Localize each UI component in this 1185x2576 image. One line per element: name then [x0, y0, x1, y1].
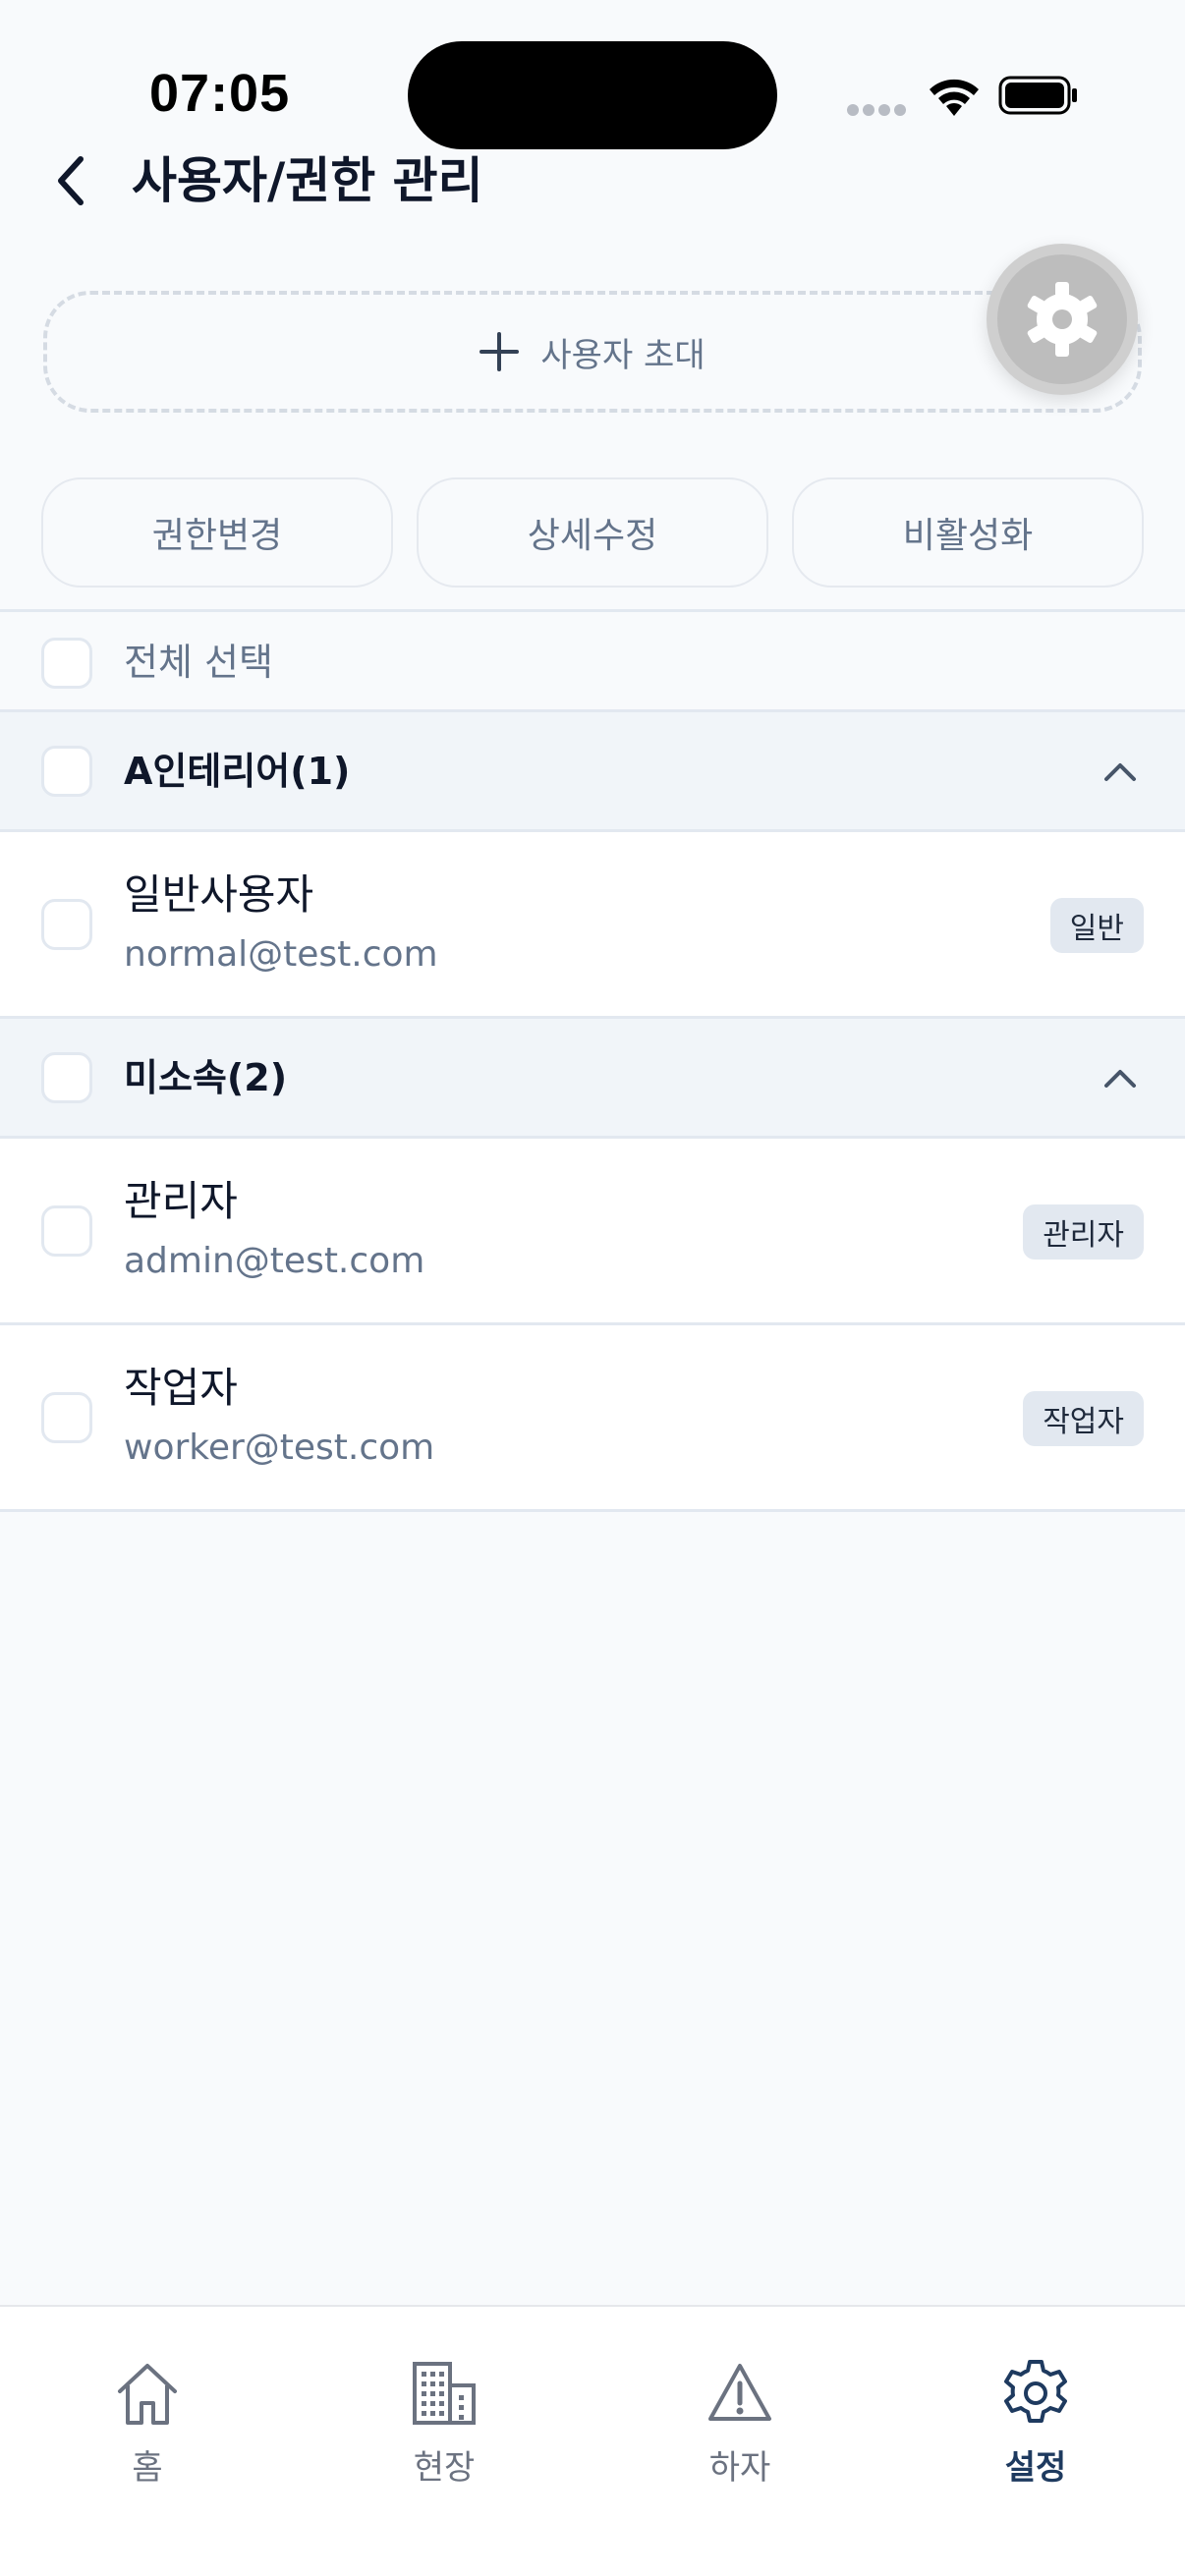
nav-home-label: 홈: [132, 2448, 163, 2488]
building-icon: [413, 2362, 476, 2425]
deactivate-button[interactable]: 비활성화: [792, 477, 1144, 588]
select-all-checkbox[interactable]: [41, 638, 92, 689]
group-header[interactable]: A인테리어(1): [0, 712, 1185, 832]
floating-settings-button[interactable]: [987, 244, 1138, 395]
role-badge: 관리자: [1023, 1204, 1144, 1260]
dynamic-island: [408, 41, 777, 149]
user-row[interactable]: 일반사용자 normal@test.com 일반: [0, 832, 1185, 1019]
user-name: 관리자: [124, 1177, 238, 1225]
chevron-left-icon: [58, 156, 84, 205]
role-badge: 작업자: [1023, 1391, 1144, 1446]
home-icon: [118, 2364, 177, 2425]
group-title: 미소속(2): [124, 1056, 288, 1099]
bottom-navigation: 홈 현장 하자 설정: [0, 2305, 1185, 2576]
user-checkbox[interactable]: [41, 899, 92, 950]
change-permission-button[interactable]: 권한변경: [41, 477, 393, 588]
warning-icon: [708, 2364, 771, 2421]
user-name: 작업자: [124, 1364, 238, 1412]
user-name: 일반사용자: [124, 870, 314, 919]
user-email: normal@test.com: [124, 934, 438, 975]
group-title: A인테리어(1): [124, 750, 351, 793]
group-header[interactable]: 미소속(2): [0, 1019, 1185, 1139]
chevron-up-icon[interactable]: [1100, 1058, 1140, 1097]
chevron-up-icon[interactable]: [1100, 752, 1140, 791]
edit-details-button[interactable]: 상세수정: [417, 477, 768, 588]
nav-defect-label: 하자: [708, 2448, 771, 2488]
gear-icon: [1027, 282, 1098, 357]
wifi-icon: [930, 79, 979, 116]
user-email: admin@test.com: [124, 1241, 425, 1281]
select-all-label: 전체 선택: [124, 641, 273, 684]
user-checkbox[interactable]: [41, 1392, 92, 1443]
status-time: 07:05: [149, 64, 291, 123]
nav-settings-label: 설정: [1004, 2448, 1067, 2488]
user-email: worker@test.com: [124, 1428, 435, 1468]
gear-icon: [1004, 2360, 1067, 2423]
nav-site[interactable]: 현장: [366, 2358, 523, 2495]
nav-site-label: 현장: [413, 2448, 476, 2488]
cellular-signal-icon: [847, 104, 908, 116]
invite-user-label: 사용자 초대: [540, 335, 705, 375]
nav-settings[interactable]: 설정: [957, 2358, 1114, 2495]
select-all-row[interactable]: 전체 선택: [0, 609, 1185, 712]
nav-home[interactable]: 홈: [69, 2358, 226, 2495]
role-badge: 일반: [1049, 898, 1144, 953]
back-button[interactable]: [51, 147, 100, 214]
user-permission-screen: 07:05 사용자/권한 관리 사용자 초대 권한변경 상세수정 비활성화 전체…: [0, 0, 1185, 2576]
user-row[interactable]: 작업자 worker@test.com 작업자: [0, 1325, 1185, 1512]
nav-defect[interactable]: 하자: [661, 2358, 818, 2495]
page-title: 사용자/권한 관리: [132, 152, 483, 209]
user-checkbox[interactable]: [41, 1205, 92, 1257]
invite-user-button[interactable]: 사용자 초대: [43, 291, 1142, 413]
plus-icon: [480, 332, 520, 371]
group-checkbox[interactable]: [41, 1052, 92, 1103]
user-row[interactable]: 관리자 admin@test.com 관리자: [0, 1139, 1185, 1325]
group-checkbox[interactable]: [41, 746, 92, 797]
battery-icon: [998, 76, 1077, 115]
